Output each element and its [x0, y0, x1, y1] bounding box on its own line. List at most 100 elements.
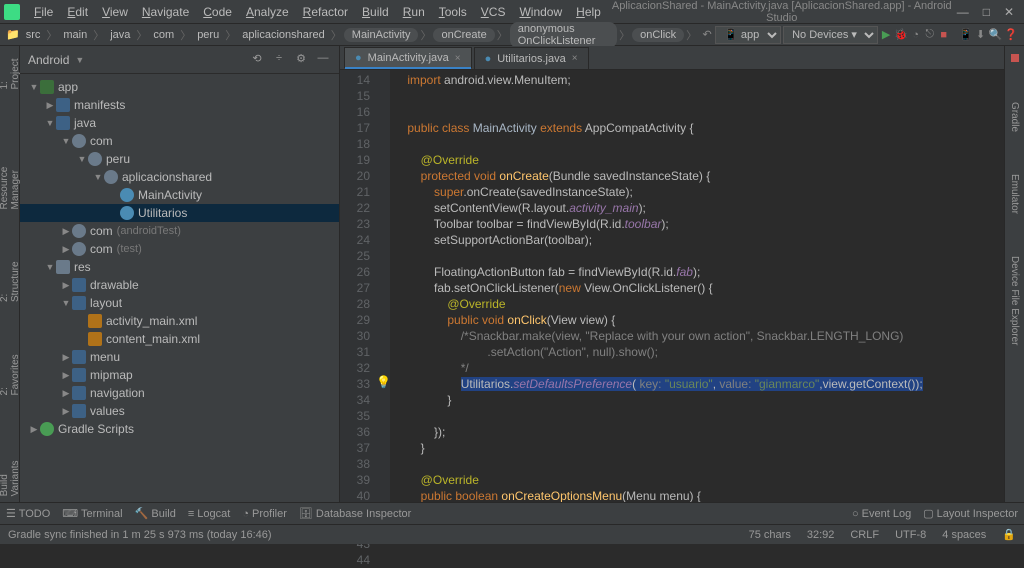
menu-refactor[interactable]: Refactor	[297, 3, 354, 21]
crumb-anonymous OnClickListener[interactable]: anonymous OnClickListener	[510, 22, 617, 48]
menu-view[interactable]: View	[96, 3, 134, 21]
menu-vcs[interactable]: VCS	[475, 3, 512, 21]
status-message: Gradle sync finished in 1 m 25 s 973 ms …	[8, 529, 272, 541]
tree-node-layout[interactable]: ▼layout	[20, 294, 339, 312]
project-view-selector[interactable]: Android	[28, 53, 69, 67]
menu-navigate[interactable]: Navigate	[136, 3, 195, 21]
tree-node-com[interactable]: ▶com(androidTest)	[20, 222, 339, 240]
tool-tab----favorites[interactable]: 2: Favorites	[0, 348, 23, 401]
menu-edit[interactable]: Edit	[61, 3, 94, 21]
close-tab-icon[interactable]: ×	[455, 53, 461, 64]
avd-icon[interactable]: 📱	[959, 26, 973, 44]
device-selector[interactable]: No Devices ▾	[783, 26, 878, 44]
tree-node-peru[interactable]: ▼peru	[20, 150, 339, 168]
titlebar: FileEditViewNavigateCodeAnalyzeRefactorB…	[0, 0, 1024, 24]
status-line-sep[interactable]: CRLF	[850, 529, 879, 541]
collapse-icon[interactable]: ÷	[271, 52, 287, 68]
crumb-main[interactable]: main	[59, 28, 91, 42]
tree-node-gradle-scripts[interactable]: ▶Gradle Scripts	[20, 420, 339, 438]
tree-node-res[interactable]: ▼res	[20, 258, 339, 276]
tree-node-menu[interactable]: ▶menu	[20, 348, 339, 366]
menu-analyze[interactable]: Analyze	[240, 3, 295, 21]
crumb-java[interactable]: java	[106, 28, 134, 42]
settings-icon[interactable]: ⚙	[293, 52, 309, 68]
menu-build[interactable]: Build	[356, 3, 395, 21]
tree-node-manifests[interactable]: ▶manifests	[20, 96, 339, 114]
crumb-onClick[interactable]: onClick	[632, 28, 684, 42]
crumb-src[interactable]: src	[22, 28, 45, 42]
window-title: AplicacionShared - MainActivity.java [Ap…	[607, 0, 957, 24]
minimize-icon[interactable]: —	[957, 5, 969, 19]
crumb-com[interactable]: com	[149, 28, 178, 42]
bottom-tab-terminal[interactable]: ⌨ Terminal	[62, 507, 122, 520]
crumb-peru[interactable]: peru	[193, 28, 223, 42]
tree-node-mipmap[interactable]: ▶mipmap	[20, 366, 339, 384]
tree-node-mainactivity[interactable]: MainActivity	[20, 186, 339, 204]
debug-icon[interactable]: 🐞	[894, 26, 908, 44]
tree-node-app[interactable]: ▼app	[20, 78, 339, 96]
menu-window[interactable]: Window	[513, 3, 568, 21]
maximize-icon[interactable]: □	[983, 5, 990, 19]
menu-code[interactable]: Code	[197, 3, 238, 21]
help-icon[interactable]: ❓	[1004, 26, 1018, 44]
status-lock-icon[interactable]: 🔒	[1002, 528, 1016, 541]
search-icon[interactable]: 🔍	[989, 26, 1003, 44]
run-icon[interactable]: ▶	[880, 26, 892, 44]
nav-up-icon[interactable]: 📁	[6, 26, 20, 44]
tree-node-activity-main-xml[interactable]: activity_main.xml	[20, 312, 339, 330]
tree-node-values[interactable]: ▶values	[20, 402, 339, 420]
tree-node-java[interactable]: ▼java	[20, 114, 339, 132]
menu-tools[interactable]: Tools	[433, 3, 473, 21]
menu-help[interactable]: Help	[570, 3, 607, 21]
tool-tab----project[interactable]: 1: Project	[0, 50, 23, 96]
editor-tab-MainActivity.java[interactable]: ●MainActivity.java×	[344, 47, 472, 69]
editor-tab-Utilitarios.java[interactable]: ●Utilitarios.java×	[474, 47, 589, 69]
bottom-tab-todo[interactable]: ☰ TODO	[6, 507, 50, 520]
menu-run[interactable]: Run	[397, 3, 431, 21]
attach-icon[interactable]: ⎋	[924, 26, 936, 44]
sync-icon[interactable]: ⟲	[249, 52, 265, 68]
tree-node-aplicacionshared[interactable]: ▼aplicacionshared	[20, 168, 339, 186]
back-icon[interactable]: ↶	[701, 26, 713, 44]
menubar: FileEditViewNavigateCodeAnalyzeRefactorB…	[28, 3, 607, 21]
run-config-selector[interactable]: 📱 app	[715, 26, 781, 44]
crumb-MainActivity[interactable]: MainActivity	[344, 28, 419, 42]
breadcrumb-bar: 📁src〉main〉java〉com〉peru〉aplicacionshared…	[0, 24, 1024, 46]
close-tab-icon[interactable]: ×	[572, 53, 578, 64]
crumb-onCreate[interactable]: onCreate	[433, 28, 494, 42]
line-gutter: 1415161718192021222324252627282930313233…	[340, 70, 376, 502]
bottom-tab-layout-inspector[interactable]: ▢ Layout Inspector	[923, 507, 1018, 520]
tool-tab-device-file-explorer[interactable]: Device File Explorer	[1007, 250, 1022, 351]
stop-icon[interactable]: ■	[938, 26, 950, 44]
code-editor[interactable]: 1415161718192021222324252627282930313233…	[340, 70, 1004, 502]
tree-node-drawable[interactable]: ▶drawable	[20, 276, 339, 294]
crumb-aplicacionshared[interactable]: aplicacionshared	[238, 28, 329, 42]
hide-panel-icon[interactable]: —	[315, 52, 331, 68]
profile-icon[interactable]: ◔	[910, 26, 922, 44]
tool-tab----structure[interactable]: 2: Structure	[0, 255, 23, 308]
status-encoding[interactable]: UTF-8	[895, 529, 926, 541]
sdk-icon[interactable]: ⬇	[975, 26, 987, 44]
bottom-tab-profiler[interactable]: ◔ Profiler	[242, 508, 287, 520]
project-tree[interactable]: ▼app▶manifests▼java▼com▼peru▼aplicacions…	[20, 74, 339, 502]
bottom-tab-event-log[interactable]: ○ Event Log	[852, 508, 911, 520]
tool-tab-emulator[interactable]: Emulator	[1007, 168, 1022, 220]
app-logo	[4, 4, 20, 20]
status-indent[interactable]: 4 spaces	[942, 529, 986, 541]
tree-node-navigation[interactable]: ▶navigation	[20, 384, 339, 402]
code-text[interactable]: import android.view.MenuItem; public cla…	[390, 70, 1004, 502]
bottom-tab-build[interactable]: 🔨 Build	[135, 507, 176, 520]
bottom-tab-logcat[interactable]: ≡ Logcat	[188, 508, 231, 520]
tool-tab-gradle[interactable]: Gradle	[1007, 96, 1022, 138]
menu-file[interactable]: File	[28, 3, 59, 21]
bottom-tab-database-inspector[interactable]: 🗄 Database Inspector	[299, 507, 411, 520]
tree-node-com[interactable]: ▼com	[20, 132, 339, 150]
close-icon[interactable]: ✕	[1004, 5, 1014, 19]
tree-node-content-main-xml[interactable]: content_main.xml	[20, 330, 339, 348]
tool-tab-build-variants[interactable]: Build Variants	[0, 442, 23, 502]
editor-tabs: ●MainActivity.java×●Utilitarios.java×	[340, 46, 1004, 70]
tree-node-com[interactable]: ▶com(test)	[20, 240, 339, 258]
status-caret-pos[interactable]: 32:92	[807, 529, 835, 541]
tool-tab-resource-manager[interactable]: Resource Manager	[0, 136, 23, 216]
tree-node-utilitarios[interactable]: Utilitarios	[20, 204, 339, 222]
